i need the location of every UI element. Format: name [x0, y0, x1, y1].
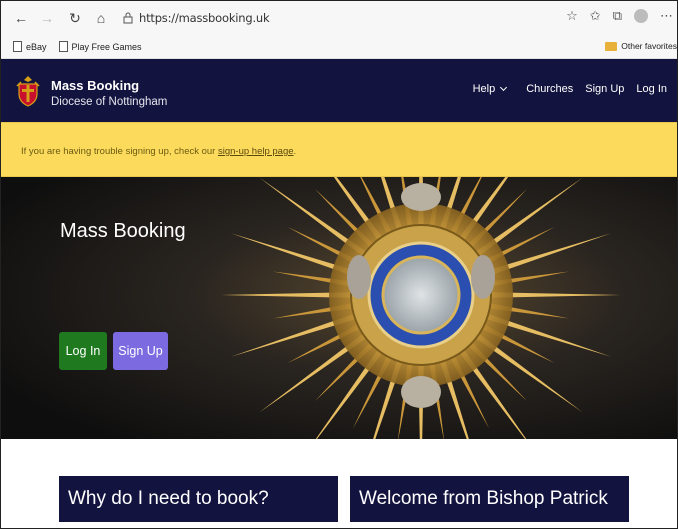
lock-icon[interactable]	[121, 11, 135, 25]
page-icon	[13, 41, 22, 52]
card-welcome-bishop: Welcome from Bishop Patrick	[350, 476, 629, 522]
collections-icon[interactable]: ⧉	[613, 8, 622, 24]
card-why-book: Why do I need to book?	[59, 476, 338, 522]
folder-icon	[605, 41, 618, 51]
browser-toolbar: ☆ ✩ ⧉ ⋯	[566, 8, 673, 24]
refresh-icon[interactable]: ↻	[65, 8, 85, 28]
alert-suffix: .	[293, 146, 297, 157]
browser-window: ← → ↻ ⌂ https://massbooking.uk ☆ ✩ ⧉ ⋯ e…	[0, 0, 678, 529]
address-bar: ← → ↻ ⌂ https://massbooking.uk ☆ ✩ ⧉ ⋯	[1, 1, 677, 35]
back-arrow-icon[interactable]: ←	[11, 8, 31, 28]
alert-message: If you are having trouble signing up, ch…	[21, 146, 218, 157]
signup-alert: If you are having trouble signing up, ch…	[1, 122, 677, 177]
alert-text: If you are having trouble signing up, ch…	[21, 146, 296, 157]
nav-login[interactable]: Log In	[636, 83, 667, 95]
site-navbar: Mass Booking Diocese of Nottingham Help …	[1, 59, 677, 122]
favorite-ebay[interactable]: eBay	[13, 41, 47, 52]
other-favorites[interactable]: Other favorites	[605, 41, 677, 51]
hero-signup-button[interactable]: Sign Up	[113, 332, 168, 370]
favorites-icon[interactable]: ✩	[590, 8, 601, 24]
favorite-play-free-games[interactable]: Play Free Games	[58, 41, 142, 52]
page-icon	[58, 41, 68, 52]
hero-title: Mass Booking	[60, 220, 186, 242]
hero-banner: Mass Booking Log In Sign Up	[1, 177, 677, 439]
profile-icon[interactable]	[634, 9, 648, 23]
diocese-crest-icon[interactable]	[15, 74, 41, 108]
home-icon[interactable]: ⌂	[91, 8, 111, 28]
chevron-down-icon	[500, 83, 508, 92]
nav-help-label: Help	[472, 83, 496, 95]
favorites-bar: eBay Play Free Games Other favorites	[1, 35, 677, 59]
more-icon[interactable]: ⋯	[660, 8, 673, 24]
other-favorites-label: Other favorites	[621, 41, 677, 51]
favorite-label: Play Free Games	[71, 41, 142, 52]
signup-help-link[interactable]: sign-up help page	[218, 146, 294, 157]
star-icon[interactable]: ☆	[566, 8, 578, 24]
nav-help[interactable]: Help	[472, 83, 508, 95]
nav-links: Help Churches Sign Up Log In	[473, 83, 667, 95]
monstrance-image	[1, 177, 677, 439]
brand-subtitle: Diocese of Nottingham	[51, 96, 168, 108]
nav-churches[interactable]: Churches	[526, 83, 573, 95]
brand-title[interactable]: Mass Booking	[51, 78, 139, 93]
favorite-label: eBay	[26, 41, 47, 52]
forward-arrow-icon[interactable]: →	[37, 8, 57, 28]
hero-login-button[interactable]: Log In	[59, 332, 107, 370]
url-field[interactable]: https://massbooking.uk	[139, 11, 270, 25]
nav-signup[interactable]: Sign Up	[585, 83, 624, 95]
